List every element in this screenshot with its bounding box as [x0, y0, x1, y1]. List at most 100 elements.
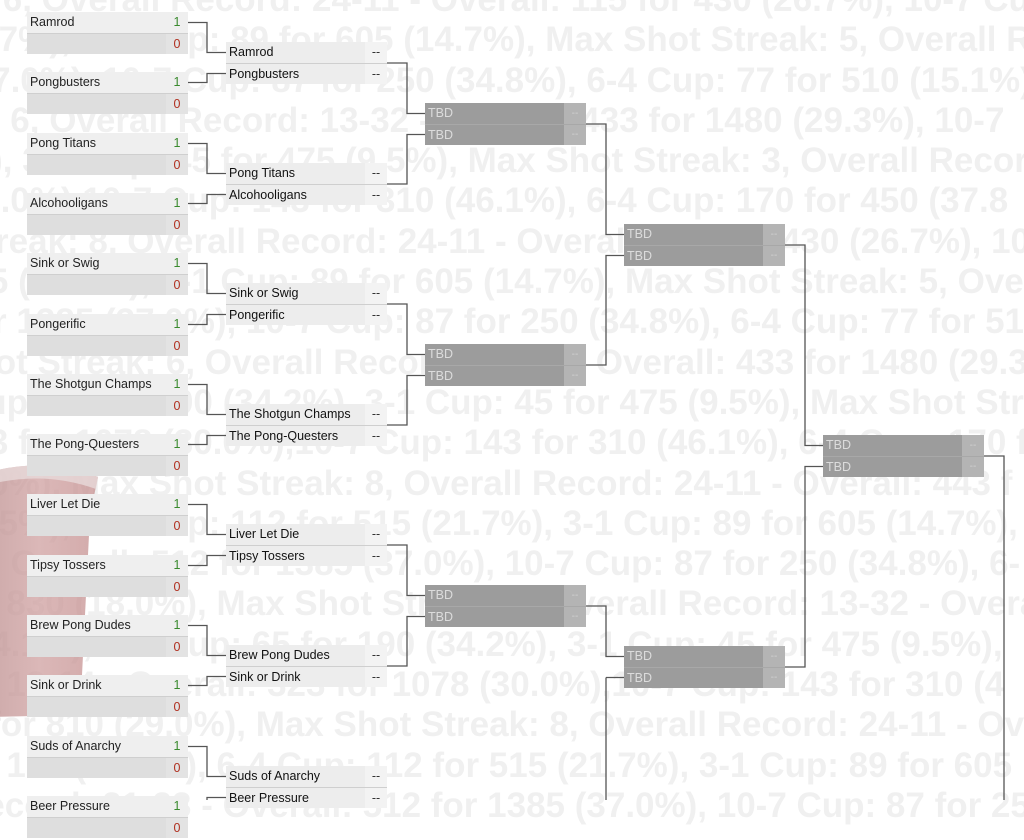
team-score: -- — [763, 224, 785, 245]
team-slot[interactable]: Pong Titans 1 — [27, 133, 188, 154]
team-slot[interactable]: The Pong-Questers -- — [226, 425, 387, 446]
connector-line — [605, 676, 624, 800]
team-slot[interactable]: Liver Let Die -- — [226, 524, 387, 545]
round3-match[interactable]: TBD -- TBD -- — [425, 585, 586, 627]
round1-match[interactable]: The Pong-Questers 1 0 — [27, 434, 188, 476]
team-score: -- — [763, 246, 785, 266]
round1-match[interactable]: Pongbusters 1 0 — [27, 72, 188, 114]
team-slot[interactable]: TBD -- — [425, 585, 586, 606]
team-slot[interactable]: 0 — [27, 33, 188, 54]
team-slot[interactable]: Pongerific 1 — [27, 314, 188, 335]
team-slot[interactable]: Tipsy Tossers 1 — [27, 555, 188, 576]
round1-match[interactable]: Alcohooligans 1 0 — [27, 193, 188, 235]
team-slot[interactable]: The Pong-Questers 1 — [27, 434, 188, 455]
team-slot[interactable]: 0 — [27, 757, 188, 778]
team-slot[interactable]: TBD -- — [425, 124, 586, 145]
round3-match[interactable]: TBD -- TBD -- — [425, 344, 586, 386]
round2-match[interactable]: Ramrod -- Pongbusters -- — [226, 42, 387, 84]
team-slot[interactable]: The Shotgun Champs 1 — [27, 374, 188, 395]
team-name — [27, 215, 166, 235]
team-name: Liver Let Die — [226, 524, 365, 545]
team-slot[interactable]: Suds of Anarchy 1 — [27, 736, 188, 757]
team-slot[interactable]: Pongbusters -- — [226, 63, 387, 84]
team-slot[interactable]: 0 — [27, 154, 188, 175]
round1-match[interactable]: Sink or Swig 1 0 — [27, 253, 188, 295]
team-slot[interactable]: The Shotgun Champs -- — [226, 404, 387, 425]
team-score: 0 — [166, 758, 188, 778]
team-slot[interactable]: 0 — [27, 817, 188, 838]
round1-match[interactable]: Pongerific 1 0 — [27, 314, 188, 356]
team-name: TBD — [624, 668, 763, 688]
round1-match[interactable]: Liver Let Die 1 0 — [27, 494, 188, 536]
team-score: -- — [365, 404, 387, 425]
round1-match[interactable]: The Shotgun Champs 1 0 — [27, 374, 188, 416]
team-slot[interactable]: 0 — [27, 696, 188, 717]
team-slot[interactable]: Pong Titans -- — [226, 163, 387, 184]
team-slot[interactable]: TBD -- — [425, 365, 586, 386]
round1-match[interactable]: Brew Pong Dudes 1 0 — [27, 615, 188, 657]
team-score: 1 — [166, 555, 188, 576]
team-slot[interactable]: 0 — [27, 214, 188, 235]
round1-match[interactable]: Beer Pressure 1 0 — [27, 796, 188, 838]
team-score: 1 — [166, 374, 188, 395]
team-slot[interactable]: Suds of Anarchy -- — [226, 766, 387, 787]
team-slot[interactable]: TBD -- — [624, 667, 785, 688]
team-slot[interactable]: Brew Pong Dudes 1 — [27, 615, 188, 636]
round4-match[interactable]: TBD -- TBD -- — [624, 646, 785, 688]
team-slot[interactable]: Sink or Swig -- — [226, 283, 387, 304]
team-slot[interactable]: Sink or Drink 1 — [27, 675, 188, 696]
round2-match[interactable]: Suds of Anarchy -- Beer Pressure -- — [226, 766, 387, 808]
team-score: -- — [564, 585, 586, 606]
team-slot[interactable]: 0 — [27, 274, 188, 295]
round2-match[interactable]: Liver Let Die -- Tipsy Tossers -- — [226, 524, 387, 566]
team-slot[interactable]: Sink or Swig 1 — [27, 253, 188, 274]
team-name: Sink or Swig — [27, 253, 166, 274]
round1-match[interactable]: Sink or Drink 1 0 — [27, 675, 188, 717]
team-slot[interactable]: Brew Pong Dudes -- — [226, 645, 387, 666]
team-slot[interactable]: Pongerific -- — [226, 304, 387, 325]
team-name — [27, 456, 166, 476]
team-slot[interactable]: 0 — [27, 395, 188, 416]
team-slot[interactable]: Ramrod 1 — [27, 12, 188, 33]
team-name: Pongerific — [27, 314, 166, 335]
round3-match[interactable]: TBD -- TBD -- — [425, 103, 586, 145]
round1-match[interactable]: Suds of Anarchy 1 0 — [27, 736, 188, 778]
team-slot[interactable]: TBD -- — [425, 606, 586, 627]
round2-match[interactable]: Pong Titans -- Alcohooligans -- — [226, 163, 387, 205]
team-slot[interactable]: Pongbusters 1 — [27, 72, 188, 93]
round5-match[interactable]: TBD -- TBD -- — [823, 435, 984, 477]
team-slot[interactable]: TBD -- — [425, 344, 586, 365]
team-slot[interactable]: 0 — [27, 576, 188, 597]
team-slot[interactable]: Liver Let Die 1 — [27, 494, 188, 515]
team-slot[interactable]: Ramrod -- — [226, 42, 387, 63]
team-score: 1 — [166, 193, 188, 214]
team-slot[interactable]: TBD -- — [624, 646, 785, 667]
team-score: 0 — [166, 396, 188, 416]
team-slot[interactable]: Sink or Drink -- — [226, 666, 387, 687]
team-slot[interactable]: Alcohooligans -- — [226, 184, 387, 205]
team-slot[interactable]: 0 — [27, 515, 188, 536]
team-slot[interactable]: Alcohooligans 1 — [27, 193, 188, 214]
round4-match[interactable]: TBD -- TBD -- — [624, 224, 785, 266]
team-slot[interactable]: 0 — [27, 335, 188, 356]
round1-match[interactable]: Tipsy Tossers 1 0 — [27, 555, 188, 597]
round1-match[interactable]: Ramrod 1 0 — [27, 12, 188, 54]
team-slot[interactable]: TBD -- — [823, 435, 984, 456]
team-slot[interactable]: 0 — [27, 93, 188, 114]
team-name: Ramrod — [226, 42, 365, 63]
round2-match[interactable]: The Shotgun Champs -- The Pong-Questers -- — [226, 404, 387, 446]
team-slot[interactable]: Beer Pressure -- — [226, 787, 387, 808]
team-slot[interactable]: TBD -- — [425, 103, 586, 124]
team-slot[interactable]: TBD -- — [624, 245, 785, 266]
round2-match[interactable]: Brew Pong Dudes -- Sink or Drink -- — [226, 645, 387, 687]
team-slot[interactable]: TBD -- — [823, 456, 984, 477]
team-slot[interactable]: TBD -- — [624, 224, 785, 245]
connector-line — [188, 745, 226, 778]
team-slot[interactable]: 0 — [27, 636, 188, 657]
round2-match[interactable]: Sink or Swig -- Pongerific -- — [226, 283, 387, 325]
team-slot[interactable]: Tipsy Tossers -- — [226, 545, 387, 566]
round1-match[interactable]: Pong Titans 1 0 — [27, 133, 188, 175]
team-slot[interactable]: Beer Pressure 1 — [27, 796, 188, 817]
connector-line — [785, 244, 823, 447]
team-slot[interactable]: 0 — [27, 455, 188, 476]
